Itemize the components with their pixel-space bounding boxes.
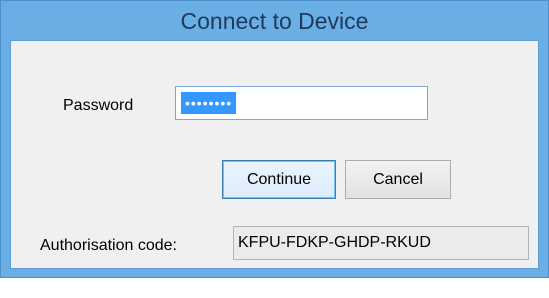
password-input[interactable]: •••••••• bbox=[175, 86, 428, 120]
authorisation-code-field[interactable]: KFPU-FDKP-GHDP-RKUD bbox=[233, 226, 529, 260]
authorisation-code-label: Authorisation code: bbox=[40, 237, 177, 254]
connect-dialog-window: Connect to Device Password •••••••• Cont… bbox=[0, 0, 549, 278]
password-label: Password bbox=[63, 97, 134, 114]
dialog-client-area: Password •••••••• Continue Cancel Author… bbox=[10, 40, 539, 269]
continue-button[interactable]: Continue bbox=[222, 160, 336, 199]
window-title: Connect to Device bbox=[180, 8, 369, 34]
password-selected-text: •••••••• bbox=[181, 92, 237, 114]
cancel-button[interactable]: Cancel bbox=[345, 160, 451, 199]
